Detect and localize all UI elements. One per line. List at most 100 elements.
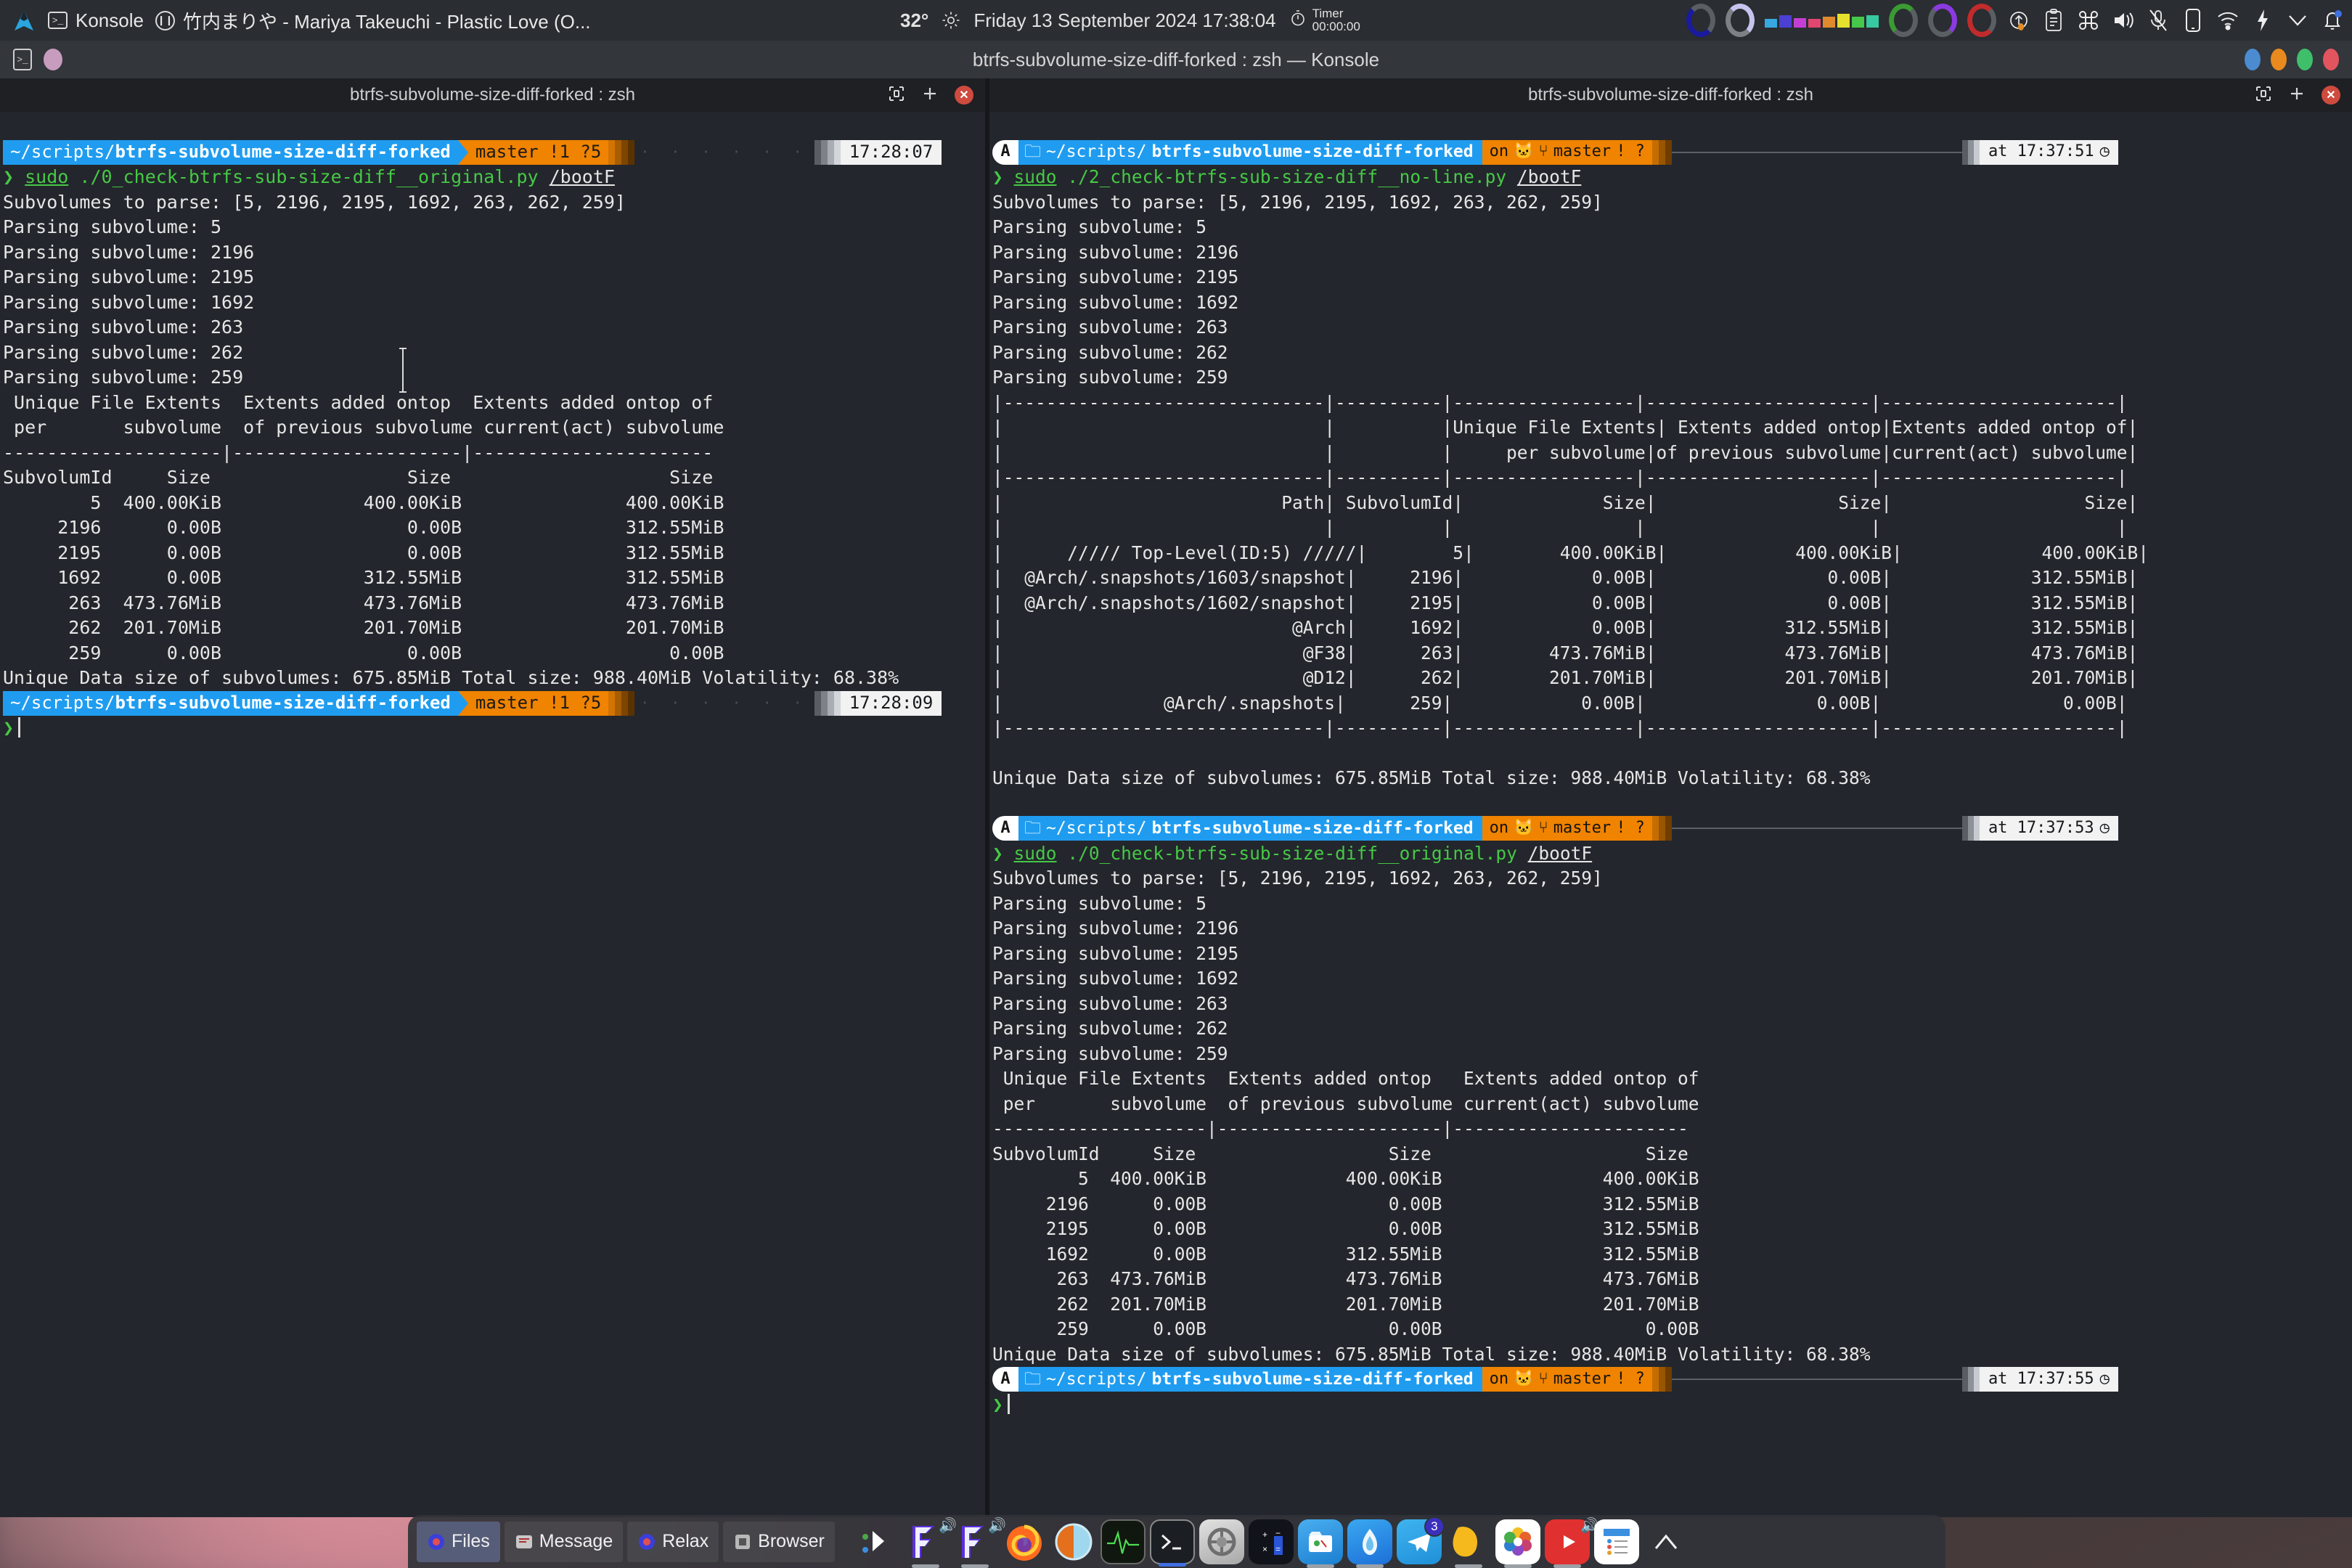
text-cursor [1007,1393,1010,1414]
prompt-branch: master [1553,818,1612,837]
terminal-output-left[interactable]: ~/scripts/btrfs-subvolume-size-diff-fork… [0,112,985,1517]
timer-widget[interactable]: Timer 00:00:00 [1289,7,1360,33]
youtube-icon[interactable]: 🔊 [1544,1518,1598,1568]
table-row: --------------------|-------------------… [3,441,714,463]
window-button-close[interactable] [2323,49,2339,70]
summary-line: Unique Data size of subvolumes: 675.85Mi… [992,767,1871,788]
prompt-line-block3: A 🗀 ~/scripts/btrfs-subvolume-size-diff-fo… [992,1367,2118,1392]
dots-arrow-icon[interactable] [854,1519,899,1564]
prompt-path-prefix: ~/scripts/ [10,693,115,714]
sun-icon [942,11,960,30]
chevron-up-icon[interactable] [1643,1519,1689,1564]
prompt-path-prefix: ~/scripts/ [10,142,115,163]
lavender-ring-icon[interactable] [1726,4,1755,37]
table-row: |------------------------------|--------… [992,717,2128,738]
konsole-icon[interactable] [1149,1519,1195,1567]
command-arg: /bootF [1527,842,1593,864]
battery-bolt-icon[interactable] [2250,7,2275,34]
notification-bell-icon[interactable] [2320,7,2345,34]
red-ring-icon[interactable] [1967,4,1996,37]
command-script: ./2_check-btrfs-sub-size-diff__no-line.p… [1067,166,1507,187]
tab-left[interactable]: btrfs-subvolume-size-diff-forked : zsh [0,85,985,105]
prompt-on-label: on [1489,1369,1509,1388]
table-row: 1692 0.00B 312.55MiB 312.55MiB [992,1243,1699,1265]
output-head-line: Parsing subvolume: 1692 [992,291,1239,313]
dock-window-browser[interactable]: Browser [723,1521,835,1562]
dolphin-icon[interactable] [1297,1519,1343,1568]
pause-icon[interactable]: ❙❙ [155,10,175,30]
prompt-line-1-left: ~/scripts/btrfs-subvolume-size-diff-fork… [3,139,942,165]
microphone-muted-icon[interactable] [2146,7,2171,34]
dock-window-relax[interactable]: Relax [627,1521,719,1562]
output-head-line: Parsing subvolume: 1692 [992,968,1239,989]
branch-icon: ⑂ [1538,142,1548,161]
todo-icon[interactable] [1593,1519,1639,1564]
branch-icon: ⑂ [1538,818,1548,837]
color-swatches-icon[interactable] [1765,13,1879,28]
media-title: 竹内まりや - Mariya Takeuchi - Plastic Love (… [182,10,591,33]
table-row: 1692 0.00B 312.55MiB 312.55MiB [3,567,724,588]
dock-window-message[interactable]: Message [504,1521,624,1562]
split-view-icon[interactable] [2255,85,2272,106]
arch-logo-icon[interactable] [12,9,36,31]
tab-right[interactable]: btrfs-subvolume-size-diff-forked : zsh [989,85,2352,105]
table-row: | @Arch/.snapshots/1603/snapshot| 2196| … [992,567,2139,588]
close-tab-icon[interactable]: ✕ [955,86,973,105]
output-head-line: Parsing subvolume: 2196 [3,241,255,263]
chevron-down-icon[interactable] [2285,7,2310,34]
dock-window-label: Message [539,1531,613,1551]
table-row: |------------------------------|--------… [992,467,2128,488]
command-arg: /bootF [549,166,615,187]
window-button-maximize[interactable] [2271,49,2287,70]
keyboard-shortcut-icon[interactable] [2076,7,2101,34]
new-tab-icon[interactable] [921,85,939,106]
cat-icon: 🐱 [1514,142,1534,161]
folder-icon: 🗀 [1024,818,1041,838]
update-icon[interactable] [2006,7,2031,34]
terminal-pane-left[interactable]: btrfs-subvolume-size-diff-forked : zsh ✕… [0,78,985,1517]
foobar-player-2-icon[interactable]: 🔊 [952,1518,1006,1568]
timer-value: 00:00:00 [1312,20,1360,33]
table-row: SubvolumId Size Size Size [3,467,714,488]
table-row: | @Arch/.snapshots| 259| 0.00B| 0.00B| 0… [992,692,2128,714]
green-ring-icon[interactable] [1889,4,1918,37]
output-head-line: Subvolumes to parse: [5, 2196, 2195, 169… [3,191,626,213]
volume-icon[interactable] [2111,7,2136,34]
split-view-icon[interactable] [888,85,905,106]
system-monitor-icon[interactable] [1100,1519,1146,1564]
terminal-output-right[interactable]: A 🗀 ~/scripts/btrfs-subvolume-size-diff-fo… [989,112,2352,1517]
table-row: | Path| SubvolumId| Size| Size| Size| [992,491,2139,513]
table-row: 2196 0.00B 0.00B 312.55MiB [3,517,724,538]
wifi-icon[interactable] [2216,7,2240,34]
notes-icon[interactable] [1446,1519,1491,1568]
phone-icon[interactable] [2181,7,2205,34]
window-button-minimize[interactable] [2245,49,2261,70]
firefox-icon[interactable] [1002,1519,1047,1564]
new-tab-icon[interactable] [2288,85,2306,106]
media-player-widget[interactable]: ❙❙ 竹内まりや - Mariya Takeuchi - Plastic Lov… [155,7,591,34]
prompt-marker-empty: ❯ [3,717,15,738]
window-button-restore[interactable] [2297,49,2313,70]
clipboard-icon[interactable] [2041,7,2066,34]
calculator-icon[interactable]: + − × = [1248,1519,1294,1564]
purple-ring-icon[interactable] [1928,4,1957,37]
telegram-icon[interactable]: 3 [1396,1516,1445,1564]
photos-icon[interactable] [1495,1519,1540,1568]
command-sudo: sudo [1013,842,1057,864]
close-tab-icon[interactable]: ✕ [2322,86,2340,105]
konqueror-icon[interactable] [1051,1519,1096,1564]
datetime-label[interactable]: Friday 13 September 2024 17:38:04 [973,9,1275,32]
settings-icon[interactable] [1199,1519,1244,1564]
dock-window-files[interactable]: Files [417,1521,500,1562]
mouse-ibeam-cursor [398,347,407,393]
navy-ring-icon[interactable] [1686,4,1715,37]
temperature-label: 32° [900,9,929,31]
window-titlebar[interactable]: >_ btrfs-subvolume-size-diff-forked : zs… [0,41,2352,78]
session-dot-icon[interactable] [44,49,62,70]
terminal-panes: btrfs-subvolume-size-diff-forked : zsh ✕… [0,78,2352,1517]
terminal-pane-right[interactable]: btrfs-subvolume-size-diff-forked : zsh ✕… [989,78,2352,1517]
taskbar-app-konsole[interactable]: >_ Konsole [48,9,144,32]
foobar-player-icon[interactable]: 🔊 [903,1518,957,1568]
output-head-line: Subvolumes to parse: [5, 2196, 2195, 169… [992,191,1603,213]
kate-icon[interactable] [1347,1519,1392,1568]
